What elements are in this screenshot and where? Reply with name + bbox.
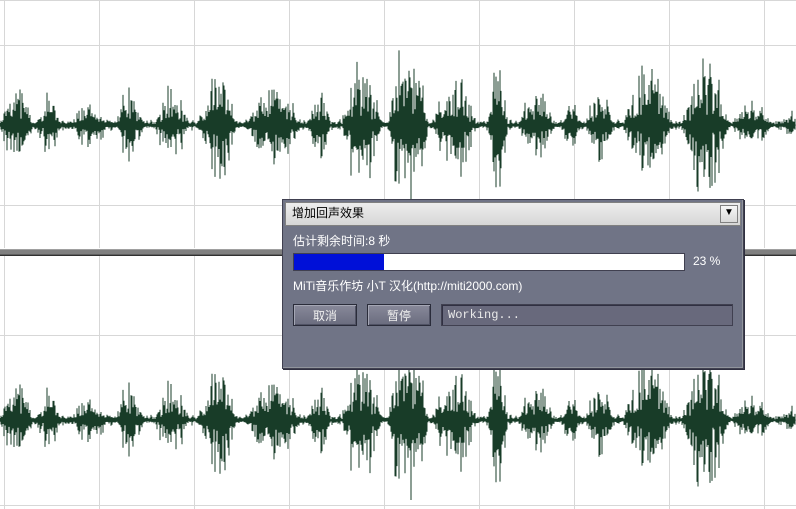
dialog-body: 估计剩余时间:8 秒 23 % MiTi音乐作坊 小T 汉化(http://mi… (287, 232, 739, 366)
dialog-title-text: 增加回声效果 (292, 206, 364, 220)
eta-label: 估计剩余时间:8 秒 (293, 232, 733, 249)
progress-wrap: 23 % (293, 253, 733, 271)
progress-fill (294, 254, 384, 270)
pause-button[interactable]: 暂停 (367, 304, 431, 326)
progress-percent-label: 23 % (693, 254, 720, 268)
progress-bar (293, 253, 685, 271)
audio-editor-workspace: 增加回声效果 ▼ 估计剩余时间:8 秒 23 % MiTi音乐作坊 小T 汉化(… (0, 0, 796, 509)
dropdown-icon[interactable]: ▼ (720, 205, 738, 223)
dialog-titlebar[interactable]: 增加回声效果 ▼ (285, 202, 741, 226)
cancel-button[interactable]: 取消 (293, 304, 357, 326)
dialog-button-row: 取消 暂停 Working... (293, 304, 733, 326)
credit-label: MiTi音乐作坊 小T 汉化(http://miti2000.com) (293, 277, 733, 294)
waveform-channel-1[interactable] (0, 45, 796, 205)
effect-progress-dialog: 增加回声效果 ▼ 估计剩余时间:8 秒 23 % MiTi音乐作坊 小T 汉化(… (282, 199, 744, 369)
status-text: Working... (441, 304, 733, 326)
